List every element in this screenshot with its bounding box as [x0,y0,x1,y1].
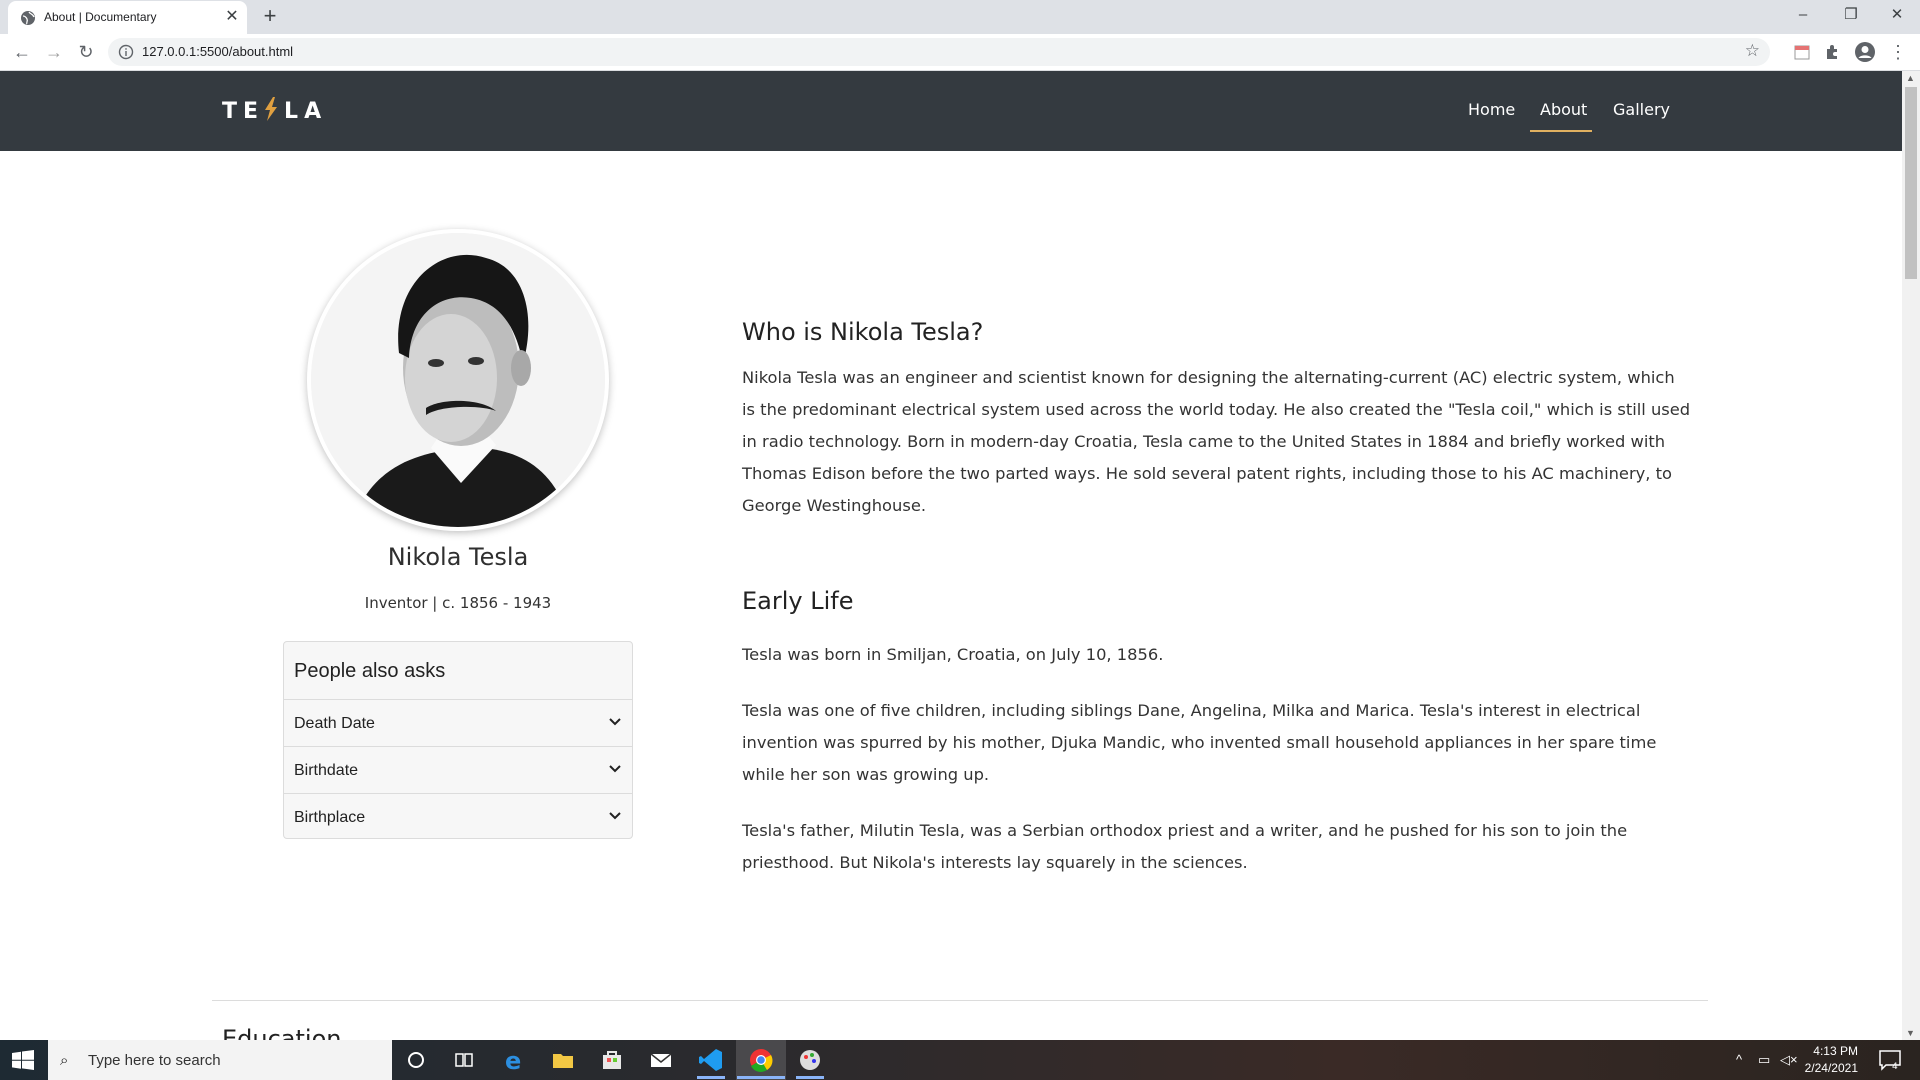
nav-home[interactable]: Home [1468,100,1515,119]
paint-app-icon[interactable] [796,1046,824,1074]
nav-gallery[interactable]: Gallery [1613,100,1670,119]
section-paragraph: Tesla was one of five children, includin… [742,701,1657,784]
file-explorer-icon[interactable] [549,1046,577,1074]
restore-icon[interactable]: ❐ [1828,0,1874,30]
reload-icon[interactable]: ↻ [74,40,98,64]
address-bar[interactable]: 127.0.0.1:5500/about.html ☆ [108,38,1770,66]
browser-menu-icon[interactable]: ⋮ [1886,40,1910,64]
taskbar-search-placeholder: Type here to search [88,1052,221,1069]
plus-icon[interactable]: + [258,4,282,28]
accordion-item-death-date[interactable]: Death Date [284,699,632,746]
accordion-item-birthplace[interactable]: Birthplace [284,793,632,840]
bookmark-star-icon[interactable]: ☆ [1745,41,1760,61]
running-indicator [796,1076,824,1079]
running-indicator [737,1076,785,1079]
section-divider [212,1000,1708,1001]
back-icon[interactable]: ← [10,40,34,64]
section-heading-early-life: Early Life [742,587,854,615]
task-view-icon[interactable] [450,1046,478,1074]
taskbar-search-box[interactable]: ⌕ Type here to search [48,1040,392,1080]
section-heading-education: Education [222,1025,342,1040]
nav-active-indicator [1530,130,1592,132]
accordion-item-label: Death Date [294,715,375,732]
vscode-icon[interactable] [697,1046,725,1074]
clock-time: 4:13 PM [1813,1044,1858,1058]
nav-about[interactable]: About [1540,100,1587,119]
profile-subtitle: Inventor | c. 1856 - 1943 [364,594,552,612]
chrome-icon[interactable] [747,1046,775,1074]
forward-icon[interactable]: → [42,40,66,64]
notification-count: 4 [1892,1062,1898,1071]
profile-avatar-icon[interactable] [1854,41,1876,63]
edge-browser-icon[interactable]: e [500,1046,528,1074]
portrait-image [311,233,605,527]
minimize-icon[interactable]: – [1780,0,1826,30]
network-icon[interactable]: ▭ [1758,1052,1770,1068]
section-paragraph: Nikola Tesla was an engineer and scienti… [742,368,1691,515]
close-icon[interactable]: ✕ [222,7,242,27]
accordion-item-label: Birthplace [294,809,366,826]
accordion-header: People also asks [294,660,446,682]
lightning-bolt-icon [265,97,278,121]
running-indicator [697,1076,725,1079]
extensions-puzzle-icon[interactable] [1823,42,1843,62]
accordion-item-label: Birthdate [294,762,359,779]
show-hidden-icons-icon[interactable]: ^ [1736,1052,1742,1067]
scroll-down-icon[interactable]: ▼ [1906,1028,1915,1038]
clock-date: 2/24/2021 [1804,1061,1858,1075]
page-scrollbar[interactable]: ▲ ▼ [1902,71,1920,1040]
cortana-icon[interactable] [402,1046,430,1074]
chevron-down-icon [609,765,621,773]
browser-tab[interactable]: About | Documentary ✕ [8,1,247,34]
section-paragraph: Tesla's father, Milutin Tesla, was a Ser… [742,821,1628,872]
scroll-up-icon[interactable]: ▲ [1906,73,1915,83]
scrollbar-thumb[interactable] [1905,87,1917,279]
window-close-icon[interactable]: ✕ [1874,0,1920,30]
profile-name: Nikola Tesla [387,543,529,571]
browser-toolbar: ← → ↻ 127.0.0.1:5500/about.html ☆ ⋮ [0,34,1920,71]
section-paragraph: Tesla was born in Smiljan, Croatia, on J… [742,645,1164,664]
url-text: 127.0.0.1:5500/about.html [142,44,294,59]
windows-start-icon[interactable] [12,1050,34,1070]
site-logo[interactable]: TE LA [222,97,327,124]
notification-center-icon[interactable]: 4 [1878,1049,1902,1071]
tesla-portrait [307,229,609,531]
accordion-item-birthdate[interactable]: Birthdate [284,746,632,793]
tab-title: About | Documentary [44,10,157,24]
store-icon[interactable] [598,1046,626,1074]
chevron-down-icon [609,812,621,820]
globe-icon [21,11,35,25]
people-also-ask-accordion: People also asks Death Date Birthdate Bi… [283,641,633,839]
section-heading-who: Who is Nikola Tesla? [742,318,984,346]
chevron-down-icon [609,718,621,726]
svg-text:e: e [505,1047,521,1074]
browser-tab-strip [0,0,1920,34]
extension-calendar-icon[interactable] [1792,42,1812,62]
mail-icon[interactable] [647,1046,675,1074]
info-icon[interactable] [118,44,134,60]
search-icon: ⌕ [60,1052,69,1069]
taskbar-clock[interactable]: 4:13 PM 2/24/2021 [1792,1043,1858,1077]
